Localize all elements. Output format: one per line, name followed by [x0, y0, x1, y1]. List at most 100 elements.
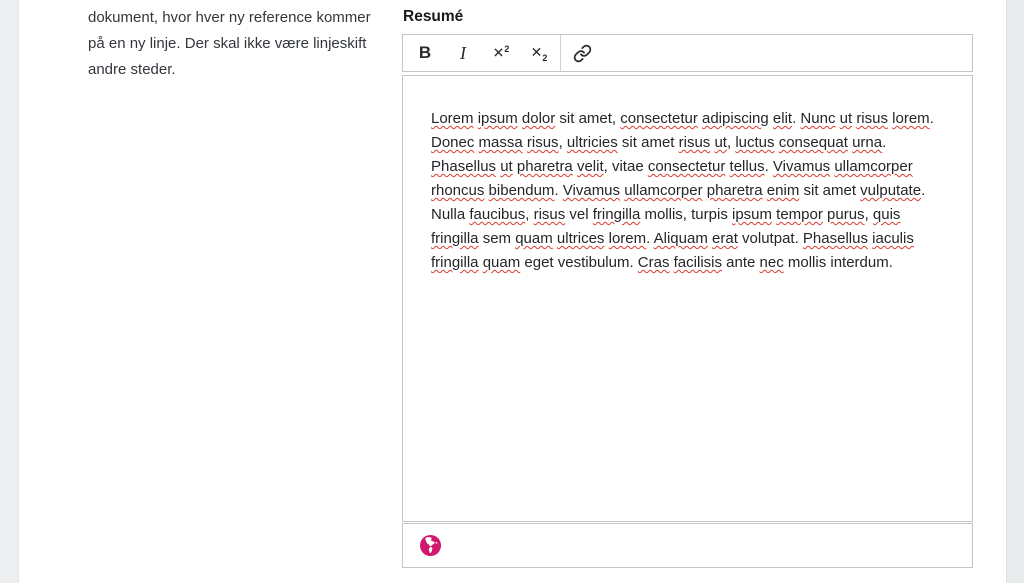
text-segment: eget vestibulum. [520, 254, 638, 271]
misspelled-word: Lorem [431, 110, 474, 127]
misspelled-word: ipsum [732, 206, 772, 223]
bold-button[interactable]: B [406, 35, 444, 71]
misspelled-word: Donec [431, 134, 474, 151]
subscript-icon: ✕2 [531, 44, 548, 63]
text-segment: , [559, 134, 567, 151]
misspelled-word: Vivamus [563, 182, 620, 199]
misspelled-word: fringilla [431, 230, 479, 247]
link-button[interactable] [563, 35, 601, 71]
description-line: andre steder. [88, 57, 388, 83]
misspelled-word: quam [483, 254, 521, 271]
misspelled-word: consectetur [648, 158, 726, 175]
field-label-resume: Resumé [403, 8, 973, 26]
text-segment: . [554, 182, 562, 199]
text-segment: , [865, 206, 873, 223]
misspelled-word: enim [767, 182, 800, 199]
misspelled-word: ut [500, 158, 513, 175]
misspelled-word: ultricies [567, 134, 618, 151]
misspelled-word: Aliquam [654, 230, 708, 247]
misspelled-word: rhoncus [431, 182, 484, 199]
page-gutter-right [1006, 0, 1024, 583]
misspelled-word: purus [827, 206, 865, 223]
misspelled-word: Vivamus [773, 158, 830, 175]
description-line: på en ny linje. Der skal ikke være linje… [88, 31, 388, 57]
editor-line: Phasellus ut pharetra velit, vitae conse… [431, 155, 944, 179]
editor-line: Nulla faucibus, risus vel fringilla moll… [431, 203, 944, 227]
misspelled-word: Cras [638, 254, 670, 271]
misspelled-word: consequat [779, 134, 848, 151]
editor-line: fringilla sem quam ultrices lorem. Aliqu… [431, 227, 944, 251]
misspelled-word: ipsum [478, 110, 518, 127]
misspelled-word: fringilla [431, 254, 479, 271]
misspelled-word: luctus [735, 134, 774, 151]
misspelled-word: quis [873, 206, 901, 223]
misspelled-word: vulputate [860, 182, 921, 199]
text-segment: Nulla [431, 206, 469, 223]
misspelled-word: risus [856, 110, 888, 127]
text-segment: sem [479, 230, 516, 247]
description-line: dokument, hvor hver ny reference kommer [88, 5, 388, 31]
text-segment: . [882, 134, 886, 151]
misspelled-word: pharetra [517, 158, 573, 175]
misspelled-word: ullamcorper [624, 182, 702, 199]
superscript-icon: ✕2 [493, 44, 510, 62]
text-segment: . [921, 182, 925, 199]
misspelled-word: dolor [522, 110, 555, 127]
text-segment: sit amet, [555, 110, 620, 127]
misspelled-word: risus [534, 206, 566, 223]
globe-americas-icon[interactable] [419, 534, 442, 557]
misspelled-word: Nunc [800, 110, 835, 127]
misspelled-word: ullamcorper [834, 158, 912, 175]
editor-line: Donec massa risus, ultricies sit amet ri… [431, 131, 944, 155]
misspelled-word: ut [714, 134, 727, 151]
text-segment: . [646, 230, 654, 247]
text-segment: mollis interdum. [784, 254, 893, 271]
text-segment: volutpat. [738, 230, 803, 247]
text-segment: sit amet [618, 134, 679, 151]
misspelled-word: quam [515, 230, 553, 247]
misspelled-word: faucibus [469, 206, 525, 223]
text-segment: , [525, 206, 533, 223]
text-segment: vel [565, 206, 593, 223]
misspelled-word: bibendum [489, 182, 555, 199]
misspelled-word: facilisis [674, 254, 722, 271]
subscript-button[interactable]: ✕2 [520, 35, 558, 71]
misspelled-word: iaculis [872, 230, 914, 247]
text-segment: ante [722, 254, 760, 271]
misspelled-word: risus [679, 134, 711, 151]
misspelled-word: Phasellus [431, 158, 496, 175]
misspelled-word: velit [577, 158, 604, 175]
text-segment: , vitae [604, 158, 648, 175]
misspelled-word: adipiscing [702, 110, 769, 127]
misspelled-word: ut [840, 110, 853, 127]
misspelled-word: tellus [730, 158, 765, 175]
misspelled-word: fringilla [593, 206, 641, 223]
misspelled-word: consectetur [620, 110, 698, 127]
misspelled-word: lorem [892, 110, 930, 127]
superscript-button[interactable]: ✕2 [482, 35, 520, 71]
misspelled-word: Phasellus [803, 230, 868, 247]
page-gutter-left [0, 0, 19, 583]
editor-line: Lorem ipsum dolor sit amet, consectetur … [431, 107, 944, 131]
misspelled-word: pharetra [707, 182, 763, 199]
property-description: dokument, hvor hver ny reference kommer … [88, 5, 388, 83]
editor-line: rhoncus bibendum. Vivamus ullamcorper ph… [431, 179, 944, 203]
misspelled-word: ultrices [557, 230, 605, 247]
misspelled-word: nec [760, 254, 784, 271]
misspelled-word: urna [852, 134, 882, 151]
text-segment: . [930, 110, 934, 127]
misspelled-word: lorem [609, 230, 647, 247]
link-icon [573, 44, 592, 63]
editor-line: fringilla quam eget vestibulum. Cras fac… [431, 251, 944, 275]
toolbar-separator [560, 35, 561, 71]
richtext-toolbar: B I ✕2 ✕2 [402, 34, 973, 72]
misspelled-word: massa [479, 134, 523, 151]
richtext-editor-body[interactable]: Lorem ipsum dolor sit amet, consectetur … [402, 75, 973, 522]
misspelled-word: tempor [776, 206, 823, 223]
misspelled-word: risus [527, 134, 559, 151]
text-segment: . [765, 158, 773, 175]
resume-property-panel: Resumé B I ✕2 ✕2 Lorem ipsum dolor sit a… [402, 5, 973, 568]
italic-button[interactable]: I [444, 35, 482, 71]
misspelled-word: erat [712, 230, 738, 247]
richtext-editor-footer [402, 523, 973, 568]
